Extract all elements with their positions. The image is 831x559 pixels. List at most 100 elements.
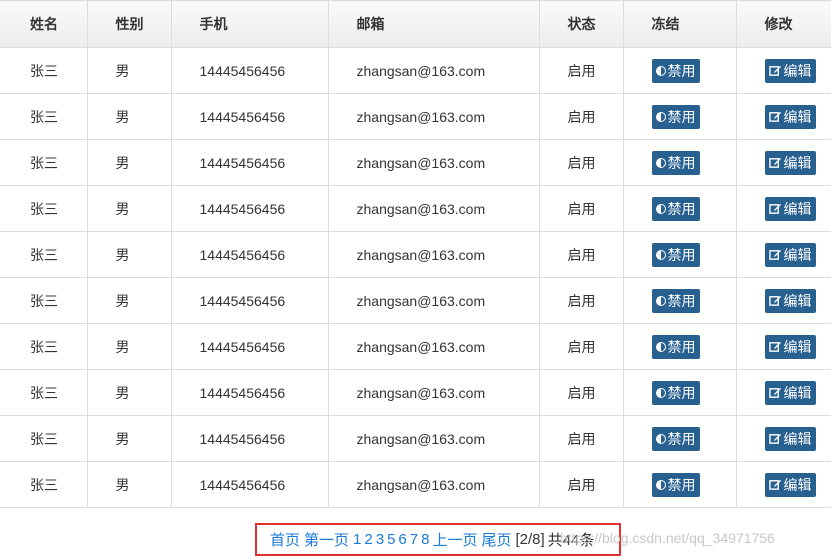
half-circle-icon xyxy=(655,341,666,352)
edit-button-label: 编辑 xyxy=(783,62,812,79)
cell-status: 启用 xyxy=(538,369,624,416)
freeze-button-label: 禁用 xyxy=(667,200,696,217)
edit-button[interactable]: 编辑 xyxy=(764,196,816,221)
page-link[interactable]: 3 xyxy=(376,531,384,548)
cell-edit: 编辑 xyxy=(735,185,831,232)
edit-button[interactable]: 编辑 xyxy=(764,242,816,267)
cell-sex: 男 xyxy=(86,461,172,508)
page-link[interactable]: 8 xyxy=(421,531,429,548)
cell-freeze: 禁用 xyxy=(622,231,737,278)
page-link[interactable]: 6 xyxy=(398,531,406,548)
table-row: 张三男 14445456456 zhangsan@163.com 启用 禁用 编辑 xyxy=(0,93,831,140)
cell-name: 张三 xyxy=(0,93,88,140)
first-page-link[interactable]: 首页 xyxy=(270,529,300,550)
cell-email: zhangsan@163.com xyxy=(327,369,540,416)
edit-button[interactable]: 编辑 xyxy=(764,472,816,497)
cell-freeze: 禁用 xyxy=(622,185,737,232)
cell-status: 启用 xyxy=(538,93,624,140)
freeze-button-label: 禁用 xyxy=(667,292,696,309)
edit-button[interactable]: 编辑 xyxy=(764,150,816,175)
cell-edit: 编辑 xyxy=(735,93,831,140)
cell-sex: 男 xyxy=(86,231,172,278)
cell-phone: 14445456456 xyxy=(170,139,329,186)
freeze-button[interactable]: 禁用 xyxy=(651,104,700,129)
table-header-row: 姓名 性别 手机 邮箱 状态 冻结 修改 xyxy=(0,0,831,48)
edit-button[interactable]: 编辑 xyxy=(764,58,816,83)
cell-edit: 编辑 xyxy=(735,231,831,278)
freeze-button-label: 禁用 xyxy=(667,246,696,263)
page-link[interactable]: 7 xyxy=(410,531,418,548)
cell-sex: 男 xyxy=(86,369,172,416)
cell-email: zhangsan@163.com xyxy=(327,93,540,140)
cell-freeze: 禁用 xyxy=(622,369,737,416)
edit-button[interactable]: 编辑 xyxy=(764,334,816,359)
edit-button-label: 编辑 xyxy=(783,246,812,263)
edit-button[interactable]: 编辑 xyxy=(764,288,816,313)
edit-icon xyxy=(768,111,781,122)
half-circle-icon xyxy=(655,203,666,214)
cell-phone: 14445456456 xyxy=(170,47,329,94)
cell-phone: 14445456456 xyxy=(170,461,329,508)
table-row: 张三男 14445456456 zhangsan@163.com 启用 禁用 编辑 xyxy=(0,323,831,370)
cell-sex: 男 xyxy=(86,139,172,186)
page-link[interactable]: 1 xyxy=(353,531,361,548)
cell-sex: 男 xyxy=(86,415,172,462)
page-one-link[interactable]: 第一页 xyxy=(304,529,349,550)
edit-button[interactable]: 编辑 xyxy=(764,380,816,405)
freeze-button[interactable]: 禁用 xyxy=(651,196,700,221)
cell-edit: 编辑 xyxy=(735,323,831,370)
freeze-button[interactable]: 禁用 xyxy=(651,242,700,267)
cell-email: zhangsan@163.com xyxy=(327,277,540,324)
header-phone: 手机 xyxy=(170,0,329,48)
page-link[interactable]: 5 xyxy=(387,531,395,548)
freeze-button-label: 禁用 xyxy=(667,338,696,355)
cell-phone: 14445456456 xyxy=(170,369,329,416)
table-row: 张三男 14445456456 zhangsan@163.com 启用 禁用 编辑 xyxy=(0,139,831,186)
cell-phone: 14445456456 xyxy=(170,231,329,278)
freeze-button[interactable]: 禁用 xyxy=(651,58,700,83)
table-row: 张三男 14445456456 zhangsan@163.com 启用 禁用 编辑 xyxy=(0,461,831,508)
freeze-button[interactable]: 禁用 xyxy=(651,334,700,359)
cell-status: 启用 xyxy=(538,47,624,94)
prev-page-link[interactable]: 上一页 xyxy=(432,529,477,550)
freeze-button[interactable]: 禁用 xyxy=(651,150,700,175)
cell-name: 张三 xyxy=(0,461,88,508)
freeze-button[interactable]: 禁用 xyxy=(651,426,700,451)
cell-status: 启用 xyxy=(538,139,624,186)
edit-button-label: 编辑 xyxy=(783,430,812,447)
table-row: 张三男 14445456456 zhangsan@163.com 启用 禁用 编辑 xyxy=(0,415,831,462)
half-circle-icon xyxy=(655,249,666,260)
edit-button[interactable]: 编辑 xyxy=(764,104,816,129)
cell-name: 张三 xyxy=(0,47,88,94)
cell-edit: 编辑 xyxy=(735,47,831,94)
last-page-link[interactable]: 尾页 xyxy=(481,529,511,550)
edit-button-label: 编辑 xyxy=(783,200,812,217)
cell-sex: 男 xyxy=(86,277,172,324)
edit-icon xyxy=(768,249,781,260)
user-table: 姓名 性别 手机 邮箱 状态 冻结 修改 张三男 14445456456 zhang… xyxy=(0,0,831,508)
page-link[interactable]: 2 xyxy=(364,531,372,548)
freeze-button[interactable]: 禁用 xyxy=(651,288,700,313)
header-status: 状态 xyxy=(538,0,624,48)
table-row: 张三男 14445456456 zhangsan@163.com 启用 禁用 编辑 xyxy=(0,369,831,416)
table-row: 张三男 14445456456 zhangsan@163.com 启用 禁用 编辑 xyxy=(0,185,831,232)
cell-status: 启用 xyxy=(538,231,624,278)
edit-icon xyxy=(768,341,781,352)
header-email: 邮箱 xyxy=(327,0,540,48)
freeze-button[interactable]: 禁用 xyxy=(651,472,700,497)
freeze-button-label: 禁用 xyxy=(667,154,696,171)
cell-name: 张三 xyxy=(0,139,88,186)
cell-email: zhangsan@163.com xyxy=(327,323,540,370)
watermark: https://blog.csdn.net/qq_34971756 xyxy=(560,530,775,546)
edit-button-label: 编辑 xyxy=(783,476,812,493)
cell-name: 张三 xyxy=(0,415,88,462)
cell-email: zhangsan@163.com xyxy=(327,231,540,278)
cell-phone: 14445456456 xyxy=(170,185,329,232)
edit-icon xyxy=(768,479,781,490)
cell-status: 启用 xyxy=(538,185,624,232)
edit-button[interactable]: 编辑 xyxy=(764,426,816,451)
cell-email: zhangsan@163.com xyxy=(327,47,540,94)
page-info: [2/8] xyxy=(515,531,545,548)
header-name: 姓名 xyxy=(0,0,88,48)
freeze-button[interactable]: 禁用 xyxy=(651,380,700,405)
